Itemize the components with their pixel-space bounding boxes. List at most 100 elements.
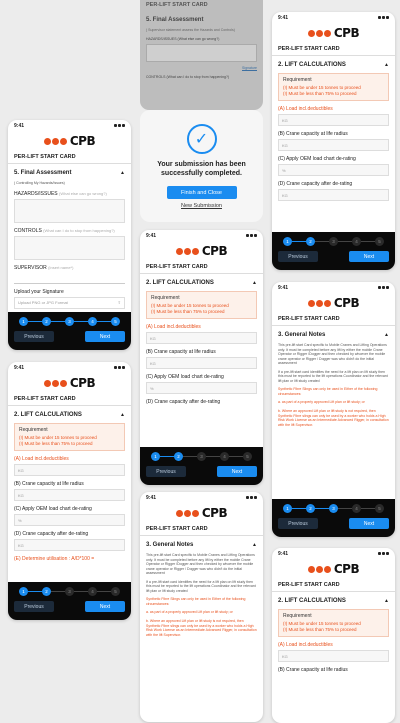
hazards-input[interactable] [14,198,125,223]
controls-label: CONTROLS (What can I do to stop from hap… [146,74,230,79]
cpb-logo: CPB [8,131,131,151]
step-2[interactable]: 2 [42,587,51,596]
next-button[interactable]: Next [85,331,125,342]
notes-paragraph-1: This pre-lift start Card specific to Mob… [146,553,255,576]
section-header[interactable]: 3. General Notes ▲ [272,326,395,341]
load-input[interactable]: KG [278,114,389,126]
previous-button[interactable]: Previous [278,251,318,262]
previous-button[interactable]: Previous [278,518,318,529]
step-5[interactable]: 5 [111,587,120,596]
section-header[interactable]: 2. LIFT CALCULATIONS ▲ [272,592,395,607]
step-1[interactable]: 1 [283,237,292,246]
success-modal: ✓ Your submission has been successfully … [140,110,263,222]
supervisor-input[interactable] [14,272,125,284]
step-4[interactable]: 4 [88,317,97,326]
load-label: (A) Load incl.deductibles [278,106,333,112]
derating-input[interactable]: % [278,164,389,176]
section-header[interactable]: 2. LIFT CALCULATIONS ▲ [140,274,263,289]
status-bar: 9:41 [272,548,395,559]
step-4[interactable]: 4 [88,587,97,596]
step-3[interactable]: 3 [197,452,206,461]
capacity-after-input[interactable]: KG [14,539,125,551]
phone-final-assessment: 9:41 CPB PER-LIFT START CARD 5. Final As… [8,120,131,350]
status-bar: 9:41 [140,230,263,241]
crane-capacity-label: (B) Crane capacity at life radius [278,131,348,137]
step-navigation: 1 2 3 4 5 Previous Next [8,582,131,620]
section-header[interactable]: 2. LIFT CALCULATIONS ▲ [8,406,131,421]
crane-capacity-input[interactable]: KG [278,139,389,151]
section-title: 5. Final Assessment [146,17,204,23]
utilisation-label: (E) Determine utilisation : A/D*100 = [14,556,95,562]
signature-link[interactable]: Signature [140,64,263,73]
step-5[interactable]: 5 [375,237,384,246]
notes-paragraph-5: b. Where an approved Lift plan or lift s… [146,619,257,637]
step-3[interactable]: 3 [329,237,338,246]
section-intro: ( Supervisor statement assess the Hazard… [146,28,235,32]
step-2[interactable]: 2 [306,504,315,513]
load-label: (A) Load incl.deductibles [146,324,201,330]
success-message: Your submission has been successfully co… [157,161,246,178]
step-1[interactable]: 1 [283,504,292,513]
signature-upload[interactable]: Upload PNG or JPG Format ⇪ [14,296,125,309]
chevron-up-icon: ▲ [252,542,257,548]
previous-button[interactable]: Previous [146,466,186,477]
step-5[interactable]: 5 [111,317,120,326]
previous-button[interactable]: Previous [14,331,54,342]
signature-label: Upload your Signature [14,288,64,295]
step-4[interactable]: 4 [352,237,361,246]
chevron-up-icon: ▲ [120,170,125,176]
phone-lift-calc-left: 9:41 CPB PER-LIFT START CARD 2. LIFT CAL… [8,362,131,620]
capacity-after-label: (D) Crane capacity after de-rating [146,399,221,405]
step-3[interactable]: 3 [65,587,74,596]
notes-paragraph-3: Synthetic Fibre Slings can only be used … [278,387,378,396]
crane-capacity-label: (B) Crane capacity at life radius [14,481,84,487]
load-input[interactable]: KG [278,650,389,662]
derating-input[interactable]: % [146,382,257,394]
previous-button[interactable]: Previous [14,601,54,612]
step-4[interactable]: 4 [220,452,229,461]
cpb-logo: CPB [8,373,131,393]
step-1[interactable]: 1 [151,452,160,461]
phone-general-notes-middle: 9:41 CPB PER-LIFT START CARD 3. General … [140,492,263,722]
section-header[interactable]: 2. LIFT CALCULATIONS ▲ [272,56,395,71]
finish-and-close-button[interactable]: Finish and Close [166,186,237,200]
chevron-up-icon: ▲ [384,598,389,604]
controls-input[interactable] [14,235,125,260]
step-1[interactable]: 1 [19,587,28,596]
upload-icon: ⇪ [117,300,121,306]
cpb-logo: CPB [140,503,263,523]
step-2[interactable]: 2 [42,317,51,326]
next-button[interactable]: Next [217,466,257,477]
load-input[interactable]: KG [14,464,125,476]
step-5[interactable]: 5 [243,452,252,461]
step-navigation: 1 2 3 4 5 Previous Next [140,447,263,485]
next-button[interactable]: Next [349,518,389,529]
crane-capacity-label: (B) Crane capacity at life radius [146,349,216,355]
step-3[interactable]: 3 [65,317,74,326]
derating-input[interactable]: % [14,514,125,526]
hazards-label: HAZARDS/ISSUES (What else can go wrong?) [146,36,220,41]
status-bar: 9:41 [140,492,263,503]
hazards-input[interactable] [146,44,257,63]
step-4[interactable]: 4 [352,504,361,513]
step-1[interactable]: 1 [19,317,28,326]
step-5[interactable]: 5 [375,504,384,513]
crane-capacity-input[interactable]: KG [14,489,125,501]
notes-paragraph-5: b. Where an approved Lift plan or lift s… [278,409,389,427]
controls-label: CONTROLS (What can I do to stop from hap… [14,227,115,234]
section-header[interactable]: 3. General Notes ▲ [140,536,263,551]
new-submission-link[interactable]: New Submission [140,203,263,209]
page-title: PER-LIFT START CARD [140,261,263,274]
step-2[interactable]: 2 [306,237,315,246]
load-input[interactable]: KG [146,332,257,344]
crane-capacity-input[interactable]: KG [146,357,257,369]
step-navigation: 1 2 3 4 5 Previous Next [272,232,395,270]
step-2[interactable]: 2 [174,452,183,461]
chevron-up-icon: ▲ [384,62,389,68]
capacity-after-input[interactable]: KG [278,189,389,201]
next-button[interactable]: Next [85,601,125,612]
section-header[interactable]: 5. Final Assessment ▲ [8,164,131,179]
step-3[interactable]: 3 [329,504,338,513]
derating-label: (C) Apply OEM load chart de-rating [278,156,356,162]
next-button[interactable]: Next [349,251,389,262]
